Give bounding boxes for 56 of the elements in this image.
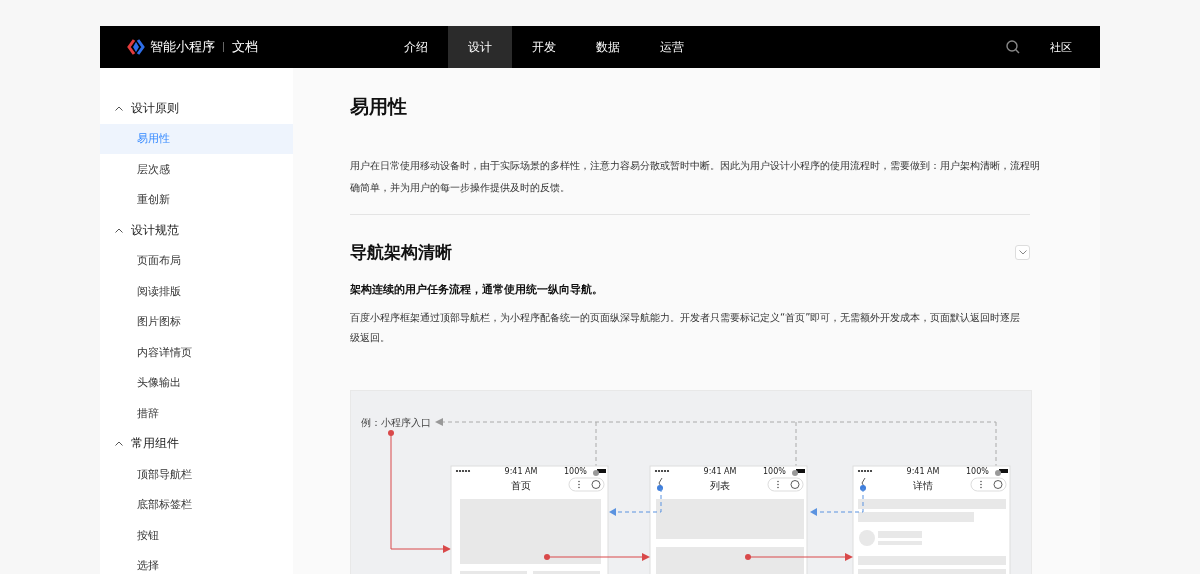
menu-capsule [970, 477, 1007, 492]
sidebar-item[interactable]: 措辞 [100, 398, 293, 429]
connector-dot [792, 470, 798, 476]
back-arrow [810, 487, 864, 516]
screen-title: 首页 [511, 480, 531, 491]
community-link[interactable]: 社区 [1050, 39, 1072, 55]
signal-icon [455, 469, 471, 473]
section-title: 文档 [232, 38, 258, 56]
connector-dot [995, 470, 1001, 476]
logo-icon [127, 38, 145, 56]
screen-title: 详情 [913, 480, 933, 491]
chevron-down-icon [1018, 249, 1027, 255]
sidebar-item[interactable]: 重创新 [100, 184, 293, 215]
caret-icon [115, 105, 123, 111]
page-title: 易用性 [350, 94, 408, 118]
menu-capsule [767, 477, 804, 492]
nav-tab[interactable]: 介绍 [384, 26, 448, 68]
sidebar-group[interactable]: 设计原则 [100, 93, 293, 124]
screen-title: 列表 [710, 480, 730, 491]
sidebar-item[interactable]: 选择 [100, 550, 293, 574]
sidebar-item[interactable]: 层次感 [100, 154, 293, 185]
intro-paragraph: 用户在日常使用移动设备时，由于实际场景的多样性，注意力容易分散或暂时中断。因此为用户设计小程序的使用流程时，需要做到：用户架构清晰，流程明确简单，并为用户的每一步操作提供及时的反馈。 [350, 159, 1040, 195]
signal-icon [654, 469, 670, 473]
nav-tab[interactable]: 开发 [512, 26, 576, 68]
sidebar-item[interactable]: 底部标签栏 [100, 489, 293, 520]
status-time: 9:41 AM [703, 467, 737, 476]
section-subtitle: 架构连续的用户任务流程，通常使用统一纵向导航。 [350, 282, 604, 298]
brand-name: 智能小程序 [150, 38, 215, 56]
menu-capsule [568, 477, 605, 492]
sidebar-item[interactable]: 内容详情页 [100, 337, 293, 368]
sidebar-item[interactable]: 按钮 [100, 520, 293, 551]
caret-icon [115, 441, 123, 447]
connector-dot [593, 470, 599, 476]
sidebar-item[interactable]: 图片图标 [100, 306, 293, 337]
battery-level: 100% [966, 467, 989, 476]
nav-tab[interactable]: 运营 [640, 26, 704, 68]
nav-tab[interactable]: 数据 [576, 26, 640, 68]
status-time: 9:41 AM [906, 467, 940, 476]
section-heading: 导航架构清晰 [350, 241, 452, 264]
back-arrow [609, 487, 662, 516]
section-paragraph: 百度小程序框架通过顶部导航栏，为小程序配备统一的页面纵深导航能力。开发者只需要标记定义“首页”即可，无需额外开发成本，页面默认返回时逐层级返回。 [350, 311, 1022, 345]
caret-icon [115, 227, 123, 233]
signal-icon [857, 469, 873, 473]
search-icon[interactable] [1006, 40, 1020, 54]
nav-tab[interactable]: 设计 [448, 26, 512, 68]
status-time: 9:41 AM [504, 467, 538, 476]
sidebar-group[interactable]: 设计规范 [100, 215, 293, 246]
sidebar-item[interactable]: 头像输出 [100, 367, 293, 398]
sidebar-item[interactable]: 阅读排版 [100, 276, 293, 307]
entry-label: 例：小程序入口 [361, 417, 431, 428]
sidebar-item[interactable]: 顶部导航栏 [100, 459, 293, 490]
battery-level: 100% [564, 467, 587, 476]
expand-button[interactable] [1015, 244, 1030, 260]
battery-level: 100% [763, 467, 786, 476]
sidebar-group[interactable]: 常用组件 [100, 428, 293, 459]
sidebar-item[interactable]: 页面布局 [100, 245, 293, 276]
